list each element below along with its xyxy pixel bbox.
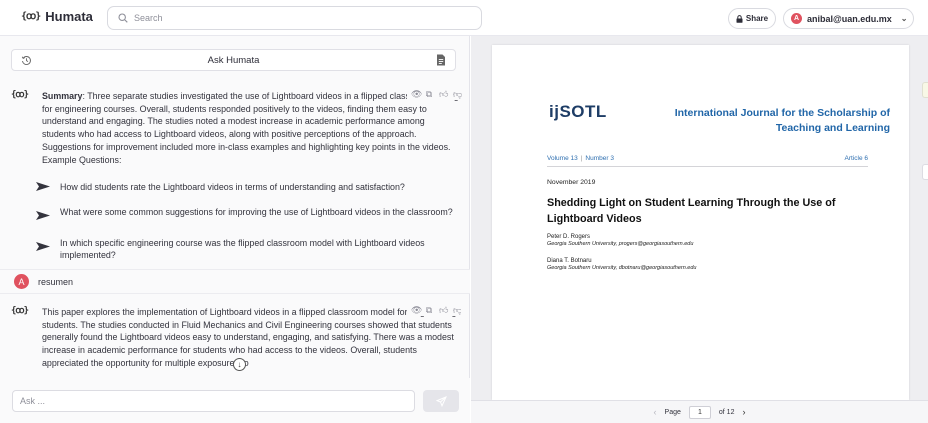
page-navigation: ‹ Page of 12 › bbox=[471, 400, 928, 423]
volume: Volume 13 bbox=[547, 155, 578, 162]
send-icon bbox=[435, 395, 447, 407]
user-avatar: A bbox=[14, 274, 29, 289]
copy-icon[interactable]: ⧉ bbox=[425, 89, 433, 100]
top-bar: {ꝏ} Humata Search Share A anibal@uan.edu… bbox=[0, 0, 928, 36]
publication-date: November 2019 bbox=[547, 179, 596, 186]
paper-title: Shedding Light on Student Learning Throu… bbox=[547, 197, 836, 225]
reply-text: This paper explores the implementation o… bbox=[42, 307, 457, 368]
thumbs-up-icon[interactable]: 👍︎ bbox=[439, 89, 448, 100]
issue-number: Number 3 bbox=[585, 155, 614, 162]
document-icon[interactable] bbox=[436, 54, 446, 66]
page-number-input[interactable] bbox=[688, 405, 711, 419]
thumbs-up-icon[interactable]: 👍︎ bbox=[439, 306, 448, 316]
summary-label: Summary bbox=[42, 91, 83, 101]
account-menu-button[interactable]: A anibal@uan.edu.mx ⌄ bbox=[783, 8, 914, 29]
copy-icon[interactable]: ⧉ bbox=[425, 306, 433, 316]
app-name: Humata bbox=[45, 9, 93, 24]
page-label: Page bbox=[664, 408, 681, 416]
side-panel-tab[interactable] bbox=[922, 82, 928, 98]
history-icon[interactable] bbox=[21, 55, 32, 66]
search-icon bbox=[118, 13, 128, 23]
thumbs-down-icon[interactable]: 👎︎ bbox=[453, 89, 462, 100]
example-questions-label: Example Questions: bbox=[42, 154, 122, 165]
humata-bot-icon: {ꝏ} bbox=[11, 90, 29, 100]
humata-logo-icon: {ꝏ} bbox=[21, 11, 41, 22]
side-panel-tab[interactable] bbox=[922, 164, 928, 180]
search-placeholder: Search bbox=[134, 13, 163, 23]
humata-bot-icon: {ꝏ} bbox=[11, 306, 29, 316]
next-page-button[interactable]: › bbox=[742, 407, 745, 417]
journal-title: International Journal for the Scholarshi… bbox=[674, 107, 890, 134]
share-label: Share bbox=[745, 14, 769, 23]
send-arrow-icon bbox=[36, 211, 50, 220]
summary-text: Summary: Three separate studies investig… bbox=[42, 91, 459, 165]
eye-icon[interactable]: 👁︎ bbox=[411, 89, 422, 100]
page-total: of 12 bbox=[718, 408, 735, 416]
search-bar[interactable]: Search bbox=[107, 6, 482, 30]
account-avatar: A bbox=[791, 13, 802, 24]
message-actions: 👁︎ ⧉ 👍︎ 👎︎ bbox=[407, 306, 461, 316]
ijsotl-logo: ijSOTL bbox=[549, 102, 607, 121]
eye-icon[interactable]: 👁︎ bbox=[411, 306, 422, 316]
send-arrow-icon bbox=[36, 242, 50, 251]
thumbs-down-icon[interactable]: 👎︎ bbox=[453, 306, 461, 316]
author-entry: Diana T. Botnaru Georgia Southern Univer… bbox=[547, 258, 697, 271]
share-button[interactable]: Share bbox=[728, 8, 776, 29]
send-arrow-icon bbox=[36, 182, 50, 191]
account-email: anibal@uan.edu.mx bbox=[807, 13, 892, 24]
author-entry: Peter D. Rogers Georgia Southern Univers… bbox=[547, 234, 694, 247]
message-actions: 👁︎ ⧉ 👍︎ 👎︎ bbox=[407, 89, 462, 100]
chat-panel: Ask Humata {ꝏ} Summary: Three separate s… bbox=[0, 36, 470, 423]
chat-header: Ask Humata bbox=[11, 49, 456, 71]
chevron-down-icon: ⌄ bbox=[900, 14, 908, 23]
user-message-text: resumen bbox=[38, 276, 74, 287]
arrow-down-icon: ↓ bbox=[237, 360, 242, 369]
humata-logo[interactable]: {ꝏ} Humata bbox=[21, 9, 93, 24]
document-viewer: ijSOTL International Journal for the Sch… bbox=[471, 36, 928, 423]
chat-input-area bbox=[0, 378, 470, 423]
chat-title: Ask Humata bbox=[207, 54, 260, 66]
ask-input[interactable] bbox=[12, 390, 415, 412]
previous-page-button[interactable]: ‹ bbox=[654, 407, 657, 417]
summary-message: {ꝏ} Summary: Three separate studies inve… bbox=[11, 89, 462, 220]
user-message: A resumen bbox=[0, 269, 470, 294]
lock-icon bbox=[736, 14, 743, 23]
scroll-down-button[interactable]: ↓ bbox=[233, 358, 246, 371]
pdf-page[interactable]: ijSOTL International Journal for the Sch… bbox=[492, 45, 909, 400]
send-button[interactable] bbox=[423, 390, 459, 412]
article-number: Article 6 bbox=[844, 155, 868, 162]
volume-line: Volume 13 | Number 3 Article 6 bbox=[547, 154, 868, 167]
